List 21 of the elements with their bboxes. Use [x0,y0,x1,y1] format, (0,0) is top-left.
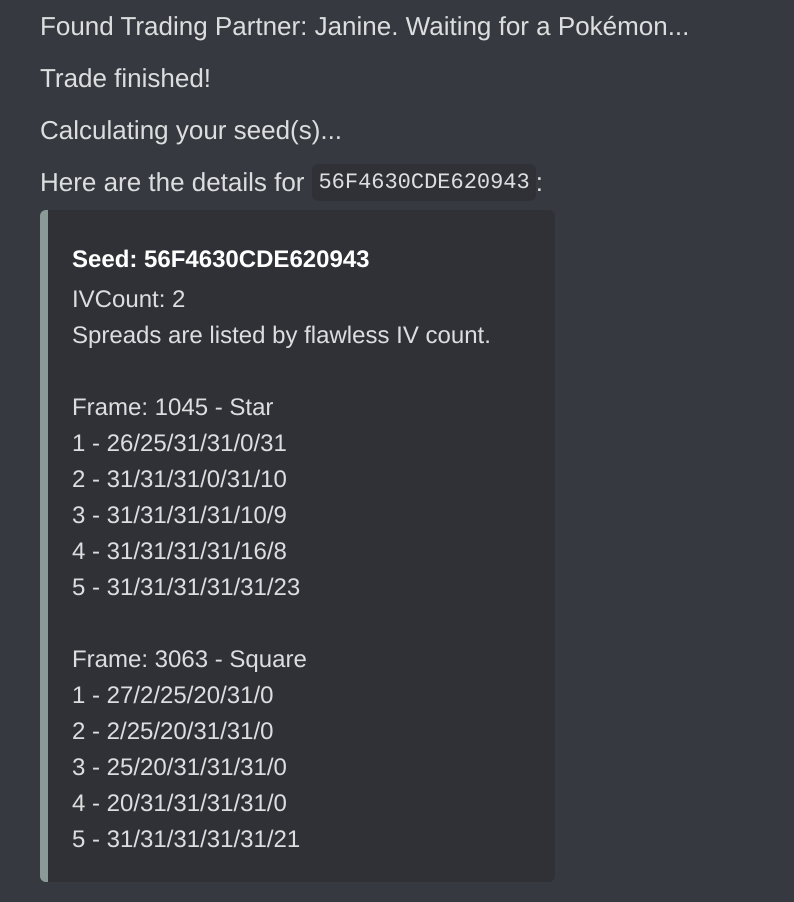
frame-title: Frame: 3063 - Square [72,645,307,675]
spread-line: 5 - 31/31/31/31/31/23 [72,573,300,603]
spread-line: 3 - 31/31/31/31/10/9 [72,501,287,531]
spread-line: 3 - 25/20/31/31/31/0 [72,753,287,783]
chat-message: Calculating your seed(s)... [40,114,342,147]
spread-line: 1 - 26/25/31/31/0/31 [72,429,287,459]
embed-text: IVCount: 2 [72,285,186,315]
spread-line: 2 - 31/31/31/0/31/10 [72,465,287,495]
inline-code: 56F4630CDE620943 [312,164,536,200]
chat-message: Found Trading Partner: Janine. Waiting for a Pokémon... [40,10,690,43]
spread-line: 5 - 31/31/31/31/31/21 [72,825,300,855]
spread-line: 4 - 20/31/31/31/31/0 [72,789,287,819]
chat-message: Here are the details for [40,166,304,198]
embed-title: Seed: 56F4630CDE620943 [72,245,370,275]
spread-line: 1 - 27/2/25/20/31/0 [72,681,274,711]
embed-text: Spreads are listed by flawless IV count. [72,321,491,351]
chat-message: Trade finished! [40,62,212,95]
chat-message: : [536,166,543,198]
spread-line: 4 - 31/31/31/31/16/8 [72,537,287,567]
spread-line: 2 - 2/25/20/31/31/0 [72,717,274,747]
frame-title: Frame: 1045 - Star [72,393,274,423]
